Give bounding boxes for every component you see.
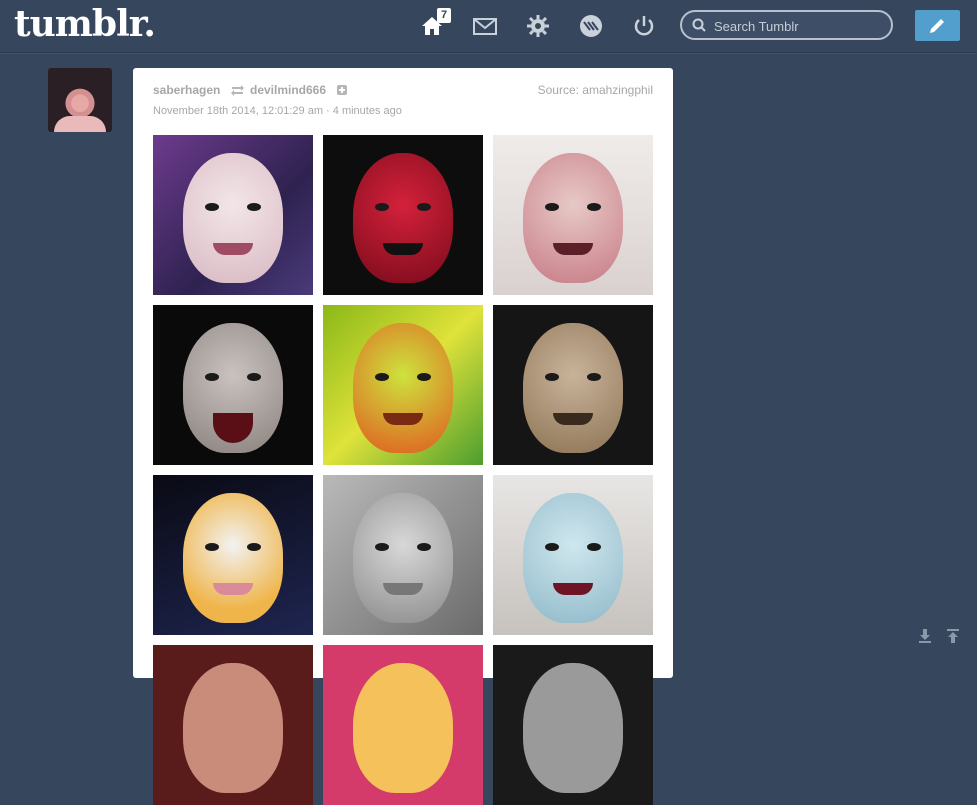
photo[interactable] — [323, 305, 483, 465]
reblogged-from-link[interactable]: devilmind666 — [250, 83, 326, 97]
photo[interactable] — [153, 645, 313, 805]
search-box[interactable] — [680, 10, 893, 40]
avatar-image — [54, 116, 106, 132]
post-timestamp: November 18th 2014, 12:01:29 am · 4 minu… — [153, 105, 402, 117]
photo[interactable] — [493, 645, 653, 805]
photo[interactable] — [493, 135, 653, 295]
photo[interactable] — [493, 475, 653, 635]
photo[interactable] — [153, 305, 313, 465]
activity-icon[interactable] — [578, 13, 604, 39]
download-icon[interactable] — [918, 628, 932, 644]
home-unread-badge: 7 — [437, 8, 452, 23]
post-author-link[interactable]: saberhagen — [153, 83, 220, 97]
compose-post-button[interactable] — [915, 10, 960, 41]
mail-icon[interactable] — [472, 13, 498, 39]
photo[interactable] — [323, 475, 483, 635]
post-card: saberhagen devilmind666 Source: amahzing… — [133, 68, 673, 805]
tumblr-logo[interactable]: tumblr. — [14, 3, 156, 45]
photo[interactable] — [323, 135, 483, 295]
pencil-icon — [930, 19, 944, 33]
post-header: saberhagen devilmind666 Source: amahzing… — [153, 83, 653, 123]
scroll-top-icon[interactable] — [946, 628, 960, 644]
avatar[interactable] — [48, 68, 112, 132]
post-source-link[interactable]: Source: amahzingphil — [538, 83, 653, 97]
reblog-icon — [231, 85, 244, 96]
follow-button[interactable] — [337, 85, 347, 95]
photo[interactable] — [323, 645, 483, 805]
photo[interactable] — [153, 475, 313, 635]
photo[interactable] — [153, 135, 313, 295]
search-input[interactable] — [712, 15, 886, 37]
top-navigation-bar: tumblr. 7 — [0, 0, 977, 53]
power-icon[interactable] — [631, 13, 657, 39]
photo[interactable] — [493, 305, 653, 465]
gear-icon[interactable] — [525, 13, 551, 39]
search-icon — [692, 18, 706, 32]
